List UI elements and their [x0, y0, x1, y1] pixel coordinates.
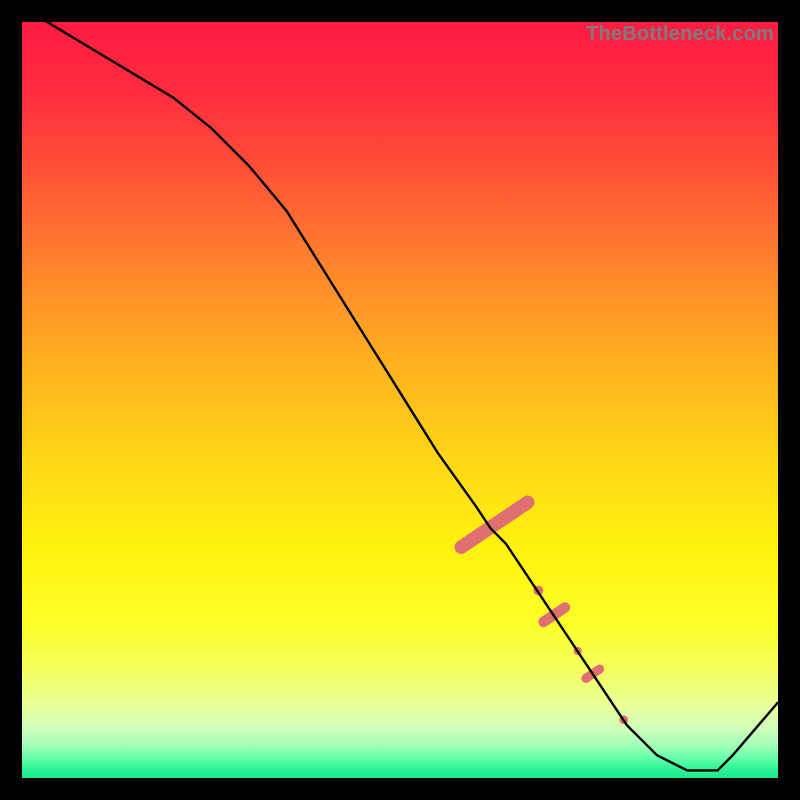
bottleneck-curve	[22, 22, 778, 770]
chart-overlay	[22, 22, 778, 778]
data-cluster	[452, 493, 537, 557]
plot-area: TheBottleneck.com	[22, 22, 778, 778]
watermark-text: TheBottleneck.com	[586, 23, 774, 46]
chart-frame: TheBottleneck.com	[0, 0, 800, 800]
